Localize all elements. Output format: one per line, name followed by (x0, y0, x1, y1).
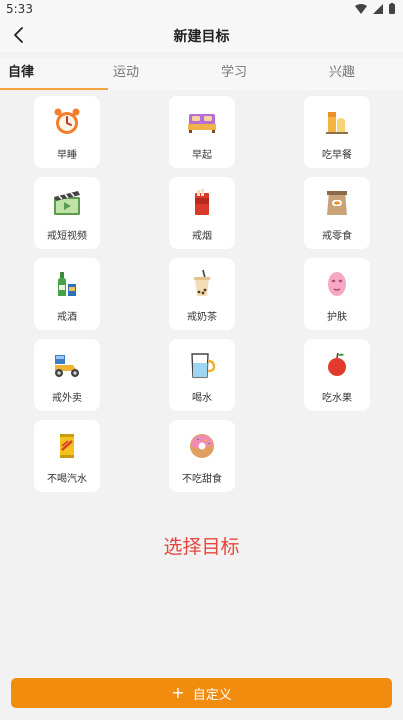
tab-interest[interactable]: 兴趣 (288, 58, 396, 88)
goal-card[interactable]: 不喝汽水 (34, 420, 100, 492)
signal-icon (373, 3, 383, 14)
goal-card[interactable]: 吃早餐 (304, 96, 370, 168)
status-bar: 5:33 (0, 0, 403, 18)
page-title: 新建目标 (173, 29, 230, 45)
goal-card[interactable]: 戒烟 (169, 177, 235, 249)
snack-bag-icon (327, 191, 347, 215)
app-header: 新建目标 (0, 18, 403, 52)
status-time: 5:33 (6, 2, 33, 16)
tab-exercise[interactable]: 运动 (72, 58, 180, 88)
goal-card[interactable]: 早睡 (34, 96, 100, 168)
tab-study[interactable]: 学习 (180, 58, 288, 88)
goal-label: 吃水果 (322, 393, 352, 404)
goal-label: 戒奶茶 (187, 312, 217, 323)
goal-label: 早起 (192, 150, 212, 161)
goal-label: 吃早餐 (322, 150, 352, 161)
goal-card[interactable]: 戒短视频 (34, 177, 100, 249)
goal-card[interactable]: 戒酒 (34, 258, 100, 330)
goal-label: 戒短视频 (47, 231, 87, 242)
bottles-icon (58, 272, 76, 296)
apple-icon (328, 352, 346, 376)
face-mask-icon (328, 272, 346, 296)
custom-goal-button[interactable]: + 自定义 (11, 678, 392, 708)
battery-icon (389, 3, 395, 14)
goal-label: 喝水 (192, 393, 212, 404)
alarm-clock-icon (54, 108, 80, 134)
breakfast-icon (326, 112, 348, 134)
select-goal-prompt: 选择目标 (163, 536, 240, 558)
goal-card[interactable]: 早起 (169, 96, 235, 168)
goal-card[interactable]: 吃水果 (304, 339, 370, 411)
active-tab-indicator (0, 88, 108, 90)
goal-label: 护肤 (327, 312, 347, 323)
goal-card[interactable]: 不吃甜食 (169, 420, 235, 492)
goal-card[interactable]: 戒零食 (304, 177, 370, 249)
wifi-icon (355, 3, 367, 14)
status-icons (355, 3, 395, 14)
video-clapper-icon (54, 191, 80, 215)
goal-label: 戒外卖 (52, 393, 82, 404)
bed-icon (188, 114, 216, 133)
goal-label: 不喝汽水 (47, 474, 87, 485)
goal-label: 戒酒 (57, 312, 77, 323)
goal-card[interactable]: 戒外卖 (34, 339, 100, 411)
donut-icon (190, 434, 214, 458)
goal-label: 戒零食 (322, 231, 352, 242)
milk-tea-icon (194, 269, 210, 296)
plus-icon: + (171, 683, 185, 702)
cigarette-pack-icon (195, 189, 209, 215)
water-cup-icon (191, 353, 216, 378)
goal-card[interactable]: 喝水 (169, 339, 235, 411)
goal-card[interactable]: 护肤 (304, 258, 370, 330)
goal-label: 戒烟 (192, 231, 212, 242)
category-tabs: 自律 运动 学习 兴趣 (0, 58, 403, 90)
goal-label: 早睡 (57, 150, 77, 161)
goal-card[interactable]: 戒奶茶 (169, 258, 235, 330)
delivery-scooter-icon (55, 355, 79, 377)
soda-can-icon (60, 434, 74, 458)
goal-label: 不吃甜食 (182, 474, 222, 485)
custom-goal-label: 自定义 (192, 687, 232, 703)
